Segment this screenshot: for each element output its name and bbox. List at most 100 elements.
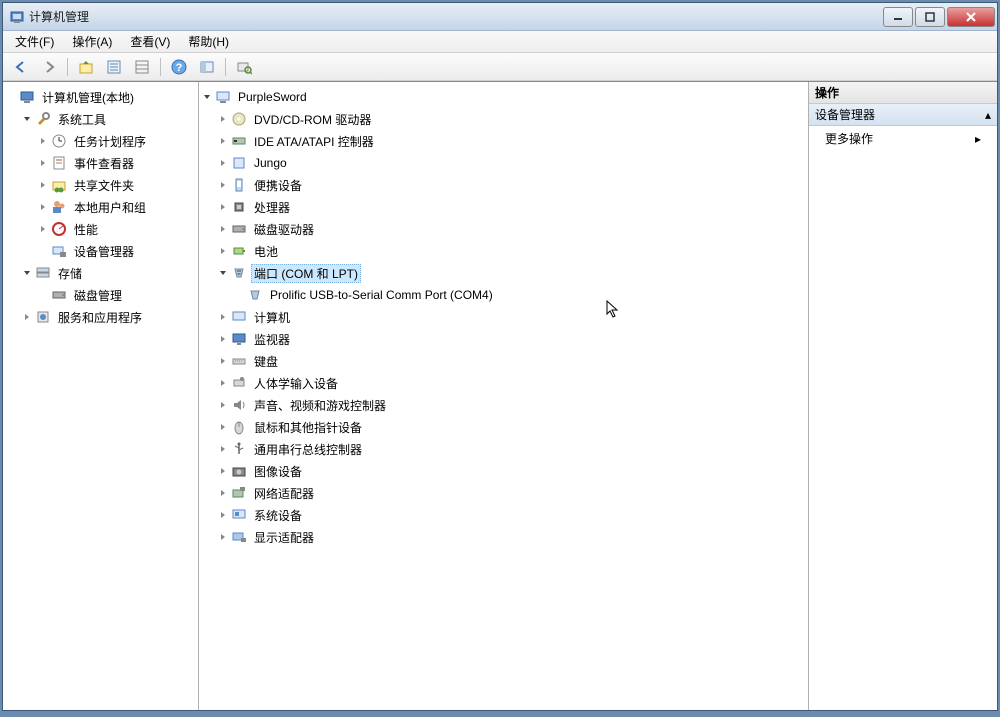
chevron-down-icon[interactable]: [201, 91, 213, 103]
tree-shared-folders[interactable]: 共享文件夹: [5, 174, 196, 196]
maximize-button[interactable]: [915, 7, 945, 27]
tree-local-users[interactable]: 本地用户和组: [5, 196, 196, 218]
chevron-right-icon[interactable]: [217, 377, 229, 389]
device-imaging[interactable]: 图像设备: [201, 460, 806, 482]
tree-sys-tools[interactable]: 系统工具: [5, 108, 196, 130]
chevron-right-icon[interactable]: [217, 311, 229, 323]
monitor-icon: [231, 331, 247, 347]
chevron-down-icon[interactable]: [21, 267, 33, 279]
device-jungo[interactable]: Jungo: [201, 152, 806, 174]
actions-section[interactable]: 设备管理器 ▴: [809, 104, 997, 126]
content-area: 计算机管理(本地) 系统工具 任务计划程序 事件查看器 共享文件夹 本地用户和组…: [3, 81, 997, 710]
left-panel: 计算机管理(本地) 系统工具 任务计划程序 事件查看器 共享文件夹 本地用户和组…: [3, 82, 199, 710]
hid-icon: [231, 375, 247, 391]
menu-help[interactable]: 帮助(H): [180, 31, 237, 52]
menu-action[interactable]: 操作(A): [64, 31, 120, 52]
device-cpu[interactable]: 处理器: [201, 196, 806, 218]
chevron-down-icon[interactable]: [21, 113, 33, 125]
app-icon: [9, 9, 25, 25]
device-usb[interactable]: 通用串行总线控制器: [201, 438, 806, 460]
device-portable[interactable]: 便携设备: [201, 174, 806, 196]
camera-icon: [231, 463, 247, 479]
chevron-right-icon[interactable]: [217, 157, 229, 169]
properties-button[interactable]: [102, 56, 126, 78]
device-dvd[interactable]: DVD/CD-ROM 驱动器: [201, 108, 806, 130]
tree-storage[interactable]: 存储: [5, 262, 196, 284]
system-icon: [231, 507, 247, 523]
device-hid[interactable]: 人体学输入设备: [201, 372, 806, 394]
device-disk[interactable]: 磁盘驱动器: [201, 218, 806, 240]
chevron-right-icon[interactable]: [217, 487, 229, 499]
dvd-icon: [231, 111, 247, 127]
chevron-right-icon[interactable]: [37, 201, 49, 213]
device-keyboard[interactable]: 键盘: [201, 350, 806, 372]
port-icon: [231, 265, 247, 281]
chevron-right-icon[interactable]: [217, 333, 229, 345]
chevron-icon[interactable]: [5, 91, 17, 103]
tree-root[interactable]: 计算机管理(本地): [5, 86, 196, 108]
chevron-right-icon[interactable]: [217, 443, 229, 455]
up-button[interactable]: [74, 56, 98, 78]
device-monitor[interactable]: 监视器: [201, 328, 806, 350]
device-network[interactable]: 网络适配器: [201, 482, 806, 504]
menu-file[interactable]: 文件(F): [7, 31, 62, 52]
tree-task-scheduler[interactable]: 任务计划程序: [5, 130, 196, 152]
chevron-down-icon[interactable]: [217, 267, 229, 279]
chevron-right-icon[interactable]: [37, 157, 49, 169]
computer-icon: [19, 89, 35, 105]
chevron-icon[interactable]: [37, 245, 49, 257]
device-system[interactable]: 系统设备: [201, 504, 806, 526]
chevron-right-icon[interactable]: [217, 113, 229, 125]
chevron-icon[interactable]: [37, 289, 49, 301]
chevron-right-icon[interactable]: [217, 245, 229, 257]
tree-performance[interactable]: 性能: [5, 218, 196, 240]
forward-button[interactable]: [37, 56, 61, 78]
chevron-right-icon[interactable]: [21, 311, 33, 323]
scan-button[interactable]: [232, 56, 256, 78]
chevron-right-icon[interactable]: [217, 135, 229, 147]
device-computer-cat[interactable]: 计算机: [201, 306, 806, 328]
chevron-right-icon[interactable]: [37, 135, 49, 147]
device-manager-icon: [51, 243, 67, 259]
device-computer[interactable]: PurpleSword: [201, 86, 806, 108]
help-button[interactable]: ?: [167, 56, 191, 78]
titlebar[interactable]: 计算机管理: [3, 3, 997, 31]
device-battery[interactable]: 电池: [201, 240, 806, 262]
tree-device-manager[interactable]: 设备管理器: [5, 240, 196, 262]
show-hide-button[interactable]: [195, 56, 219, 78]
device-mouse[interactable]: 鼠标和其他指针设备: [201, 416, 806, 438]
menu-view[interactable]: 查看(V): [122, 31, 178, 52]
chevron-right-icon[interactable]: [37, 179, 49, 191]
tree-disk-management[interactable]: 磁盘管理: [5, 284, 196, 306]
more-actions[interactable]: 更多操作 ▸: [809, 126, 997, 151]
chevron-right-icon[interactable]: [217, 399, 229, 411]
tree-services-apps[interactable]: 服务和应用程序: [5, 306, 196, 328]
list-button[interactable]: [130, 56, 154, 78]
chevron-right-icon[interactable]: [217, 223, 229, 235]
computer-management-window: 计算机管理 文件(F) 操作(A) 查看(V) 帮助(H) ? 计算机管理(本地…: [2, 2, 998, 711]
chevron-right-icon[interactable]: [217, 509, 229, 521]
minimize-button[interactable]: [883, 7, 913, 27]
chevron-right-icon[interactable]: [217, 421, 229, 433]
device-ide[interactable]: IDE ATA/ATAPI 控制器: [201, 130, 806, 152]
chevron-icon[interactable]: [233, 289, 245, 301]
mouse-icon: [231, 419, 247, 435]
tree-event-viewer[interactable]: 事件查看器: [5, 152, 196, 174]
users-icon: [51, 199, 67, 215]
chevron-right-icon[interactable]: [217, 531, 229, 543]
device-display[interactable]: 显示适配器: [201, 526, 806, 548]
usb-icon: [231, 441, 247, 457]
actions-header: 操作: [809, 82, 997, 104]
performance-icon: [51, 221, 67, 237]
chevron-right-icon[interactable]: [217, 179, 229, 191]
chevron-right-icon[interactable]: [217, 465, 229, 477]
chevron-right-icon[interactable]: [217, 201, 229, 213]
back-button[interactable]: [9, 56, 33, 78]
chevron-right-icon[interactable]: [217, 355, 229, 367]
chevron-right-icon[interactable]: [37, 223, 49, 235]
close-button[interactable]: [947, 7, 995, 27]
device-ports[interactable]: 端口 (COM 和 LPT): [201, 262, 806, 284]
device-sound[interactable]: 声音、视频和游戏控制器: [201, 394, 806, 416]
selected-label: 端口 (COM 和 LPT): [251, 264, 361, 283]
device-prolific[interactable]: Prolific USB-to-Serial Comm Port (COM4): [201, 284, 806, 306]
